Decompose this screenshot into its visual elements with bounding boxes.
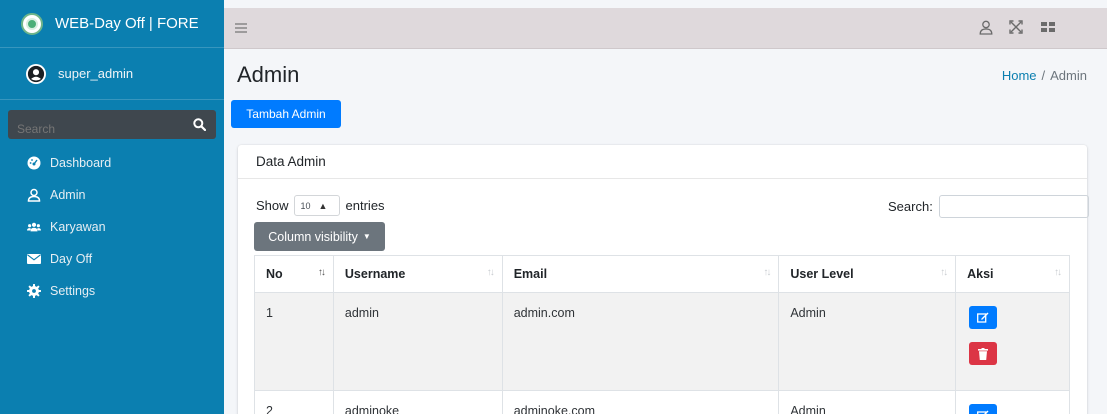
edit-icon [977,410,989,414]
table-row: 1 admin admin.com Admin [254,292,1070,391]
column-header-label: No [266,267,283,281]
cell-username: admin [332,292,503,391]
cell-user-level: Admin [778,292,957,391]
brand-logo-icon [21,12,43,35]
column-header-aksi[interactable]: Aksi ↑↓ [955,255,1070,293]
sidebar-nav: Dashboard Admin Karyawan Day Off Setting… [0,147,224,307]
sidebar-item-label: Admin [50,188,86,202]
add-admin-button[interactable]: Tambah Admin [231,100,341,128]
data-admin-card: Data Admin Show 10 ▲︎ entries Search: Co… [238,145,1089,414]
entries-select[interactable]: 10 ▲︎ [293,195,340,216]
admin-table: No ↑↓ Username ↑↓ Email ↑↓ User Level ↑↓ Aks… [254,255,1070,414]
table-search: Search: [888,195,1089,218]
top-navbar [224,8,1107,49]
breadcrumb: Home / Admin [1002,68,1087,83]
fullscreen-icon[interactable] [1009,20,1023,37]
column-header-label: User Level [790,267,854,281]
cell-username: adminoke [332,390,503,414]
caret-down-icon: ▼ [362,232,371,241]
sort-icon: ↑↓ [486,267,495,278]
column-header-label: Aksi [967,267,994,281]
cell-actions [955,292,1070,391]
column-header-email[interactable]: Email ↑↓ [501,255,780,293]
column-header-user-level[interactable]: User Level ↑↓ [778,255,957,293]
sidebar-item-dashboard[interactable]: Dashboard [0,147,224,179]
cell-email: admin.com [501,292,780,391]
sidebar-item-admin[interactable]: Admin [0,179,224,211]
sidebar-item-day-off[interactable]: Day Off [0,243,224,275]
column-visibility-label: Column visibility [268,229,358,244]
cell-user-level: Admin [778,390,957,414]
column-header-username[interactable]: Username ↑↓ [332,255,503,293]
edit-button[interactable] [969,404,998,414]
control-sidebar-icon[interactable] [1041,20,1055,37]
search-icon[interactable] [182,110,216,139]
entries-label: entries [345,198,385,213]
user-icon [27,188,41,202]
users-icon [27,220,41,234]
brand-title: WEB-Day Off | FORE [55,15,199,32]
sort-icon: ↑↓ [940,267,948,278]
edit-button[interactable] [969,306,998,329]
search-label: Search: [888,199,933,214]
trash-icon [978,347,989,360]
menu-toggle-icon[interactable] [235,21,247,36]
breadcrumb-home-link[interactable]: Home [1002,68,1037,83]
table-header-row: No ↑↓ Username ↑↓ Email ↑↓ User Level ↑↓ Aks… [254,255,1070,293]
breadcrumb-separator: / [1041,68,1046,83]
sidebar-item-label: Dashboard [50,156,112,170]
column-visibility-button[interactable]: Column visibility ▼ [254,222,385,251]
entries-select-value: 10 [300,200,311,211]
entries-length-control: Show 10 ▲︎ entries [256,195,385,216]
sort-icon: ↑↓ [763,267,771,278]
sidebar-item-label: Day Off [50,252,93,266]
sidebar-item-settings[interactable]: Settings [0,275,224,307]
sidebar-item-karyawan[interactable]: Karyawan [0,211,224,243]
column-header-label: Email [513,267,548,281]
card-title: Data Admin [238,145,1087,179]
dashboard-icon [27,156,41,170]
delete-button[interactable] [969,342,998,365]
sidebar: WEB-Day Off | FORE super_admin Dashboard… [0,0,224,414]
column-header-label: Username [344,267,406,281]
table-search-input[interactable] [938,195,1089,218]
envelope-icon [27,252,41,266]
gear-icon [27,284,41,298]
page-title: Admin [237,62,300,87]
cell-email: adminoke.com [501,390,780,414]
column-header-no[interactable]: No ↑↓ [254,255,334,293]
sidebar-item-label: Karyawan [50,220,106,234]
sidebar-item-label: Settings [50,284,96,298]
user-avatar-icon [26,63,46,84]
cell-actions [955,390,1070,414]
select-arrows-icon: ▲︎ [318,200,328,211]
user-panel[interactable]: super_admin [0,48,224,100]
cell-no: 2 [254,390,334,414]
user-name: super_admin [58,66,134,81]
edit-icon [977,312,989,323]
sort-icon: ↑↓ [1054,267,1062,278]
breadcrumb-current: Admin [1050,68,1087,83]
cell-no: 1 [254,292,334,391]
brand-link[interactable]: WEB-Day Off | FORE [0,0,224,48]
sort-asc-icon: ↑↓ [317,267,326,278]
user-profile-icon[interactable] [979,20,993,38]
table-row: 2 adminoke adminoke.com Admin [254,390,1070,414]
sidebar-search [8,110,216,139]
sidebar-search-input[interactable] [8,110,182,139]
show-label: Show [256,198,289,213]
